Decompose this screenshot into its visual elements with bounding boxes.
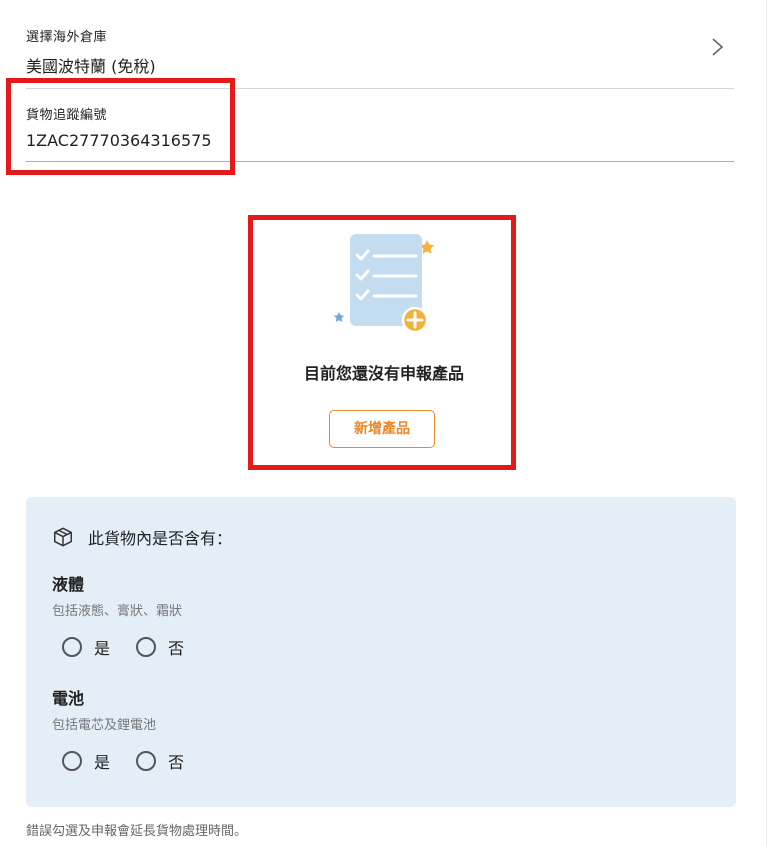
- liquid-yes-radio[interactable]: 是: [62, 635, 110, 659]
- contents-heading: 此貨物內是否含有：: [88, 529, 233, 548]
- battery-yes-radio[interactable]: 是: [62, 749, 110, 773]
- radio-circle-icon[interactable]: [62, 751, 82, 771]
- footnote-warning: 錯誤勾選及申報會延長貨物處理時間。: [26, 824, 248, 839]
- package-icon: [54, 527, 72, 547]
- liquid-radio-group: 是 否: [62, 635, 210, 659]
- battery-radio-group: 是 否: [62, 749, 210, 773]
- liquid-yes-label: 是: [94, 639, 111, 658]
- radio-circle-icon[interactable]: [62, 637, 82, 657]
- liquid-question-hint: 包括液態、膏狀、霜狀: [52, 604, 183, 619]
- contents-panel: 此貨物內是否含有： 液體 包括液態、膏狀、霜狀 是 否 電池 包括電芯及鋰電池 …: [26, 497, 736, 807]
- warehouse-label: 選擇海外倉庫: [26, 30, 108, 45]
- highlight-box-tracking: [6, 78, 235, 175]
- liquid-no-radio[interactable]: 否: [136, 635, 184, 659]
- battery-no-label: 否: [168, 753, 185, 772]
- battery-question-title: 電池: [52, 689, 85, 708]
- warehouse-value: 美國波特蘭 (免稅): [26, 57, 156, 76]
- radio-circle-icon[interactable]: [136, 751, 157, 771]
- contents-header: 此貨物內是否含有：: [52, 525, 232, 549]
- liquid-question-title: 液體: [52, 575, 85, 594]
- radio-circle-icon[interactable]: [136, 637, 157, 657]
- chevron-right-icon[interactable]: [706, 36, 728, 58]
- battery-yes-label: 是: [94, 753, 111, 772]
- declaration-form: 選擇海外倉庫 美國波特蘭 (免稅) 貨物追蹤編號 1ZAC27770364316…: [6, 0, 767, 845]
- battery-question-hint: 包括電芯及鋰電池: [52, 718, 157, 733]
- highlight-box-products: [248, 215, 516, 470]
- liquid-no-label: 否: [168, 639, 185, 658]
- battery-no-radio[interactable]: 否: [136, 749, 184, 773]
